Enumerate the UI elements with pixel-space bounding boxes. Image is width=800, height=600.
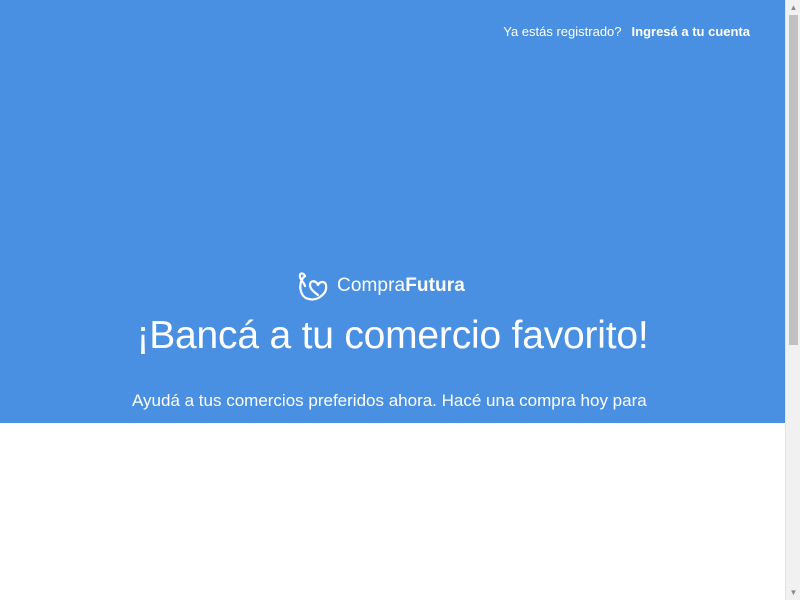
hand-heart-icon (296, 270, 330, 302)
landing-page: Ya estás registrado? Ingresá a tu cuenta… (0, 0, 785, 600)
account-navigation: Ya estás registrado? Ingresá a tu cuenta (503, 23, 750, 41)
browser-viewport: Ya estás registrado? Ingresá a tu cuenta… (0, 0, 800, 600)
vertical-scrollbar[interactable]: ▲ ▼ (785, 0, 800, 600)
brand-name-compra: Compra (337, 275, 406, 296)
scroll-thumb[interactable] (789, 15, 798, 345)
brand-logo: CompraFutura (296, 270, 465, 302)
login-link[interactable]: Ingresá a tu cuenta (632, 23, 750, 41)
scroll-down-icon[interactable]: ▼ (786, 585, 800, 600)
brand-name-futura: Futura (405, 275, 465, 296)
registered-question: Ya estás registrado? (503, 24, 622, 39)
brand-name: CompraFutura (337, 274, 465, 298)
hero-section: Ya estás registrado? Ingresá a tu cuenta… (0, 0, 785, 423)
hero-title: ¡Bancá a tu comercio favorito! (136, 314, 649, 357)
hero-description: Ayudá a tus comercios preferidos ahora. … (132, 391, 647, 410)
scroll-up-icon[interactable]: ▲ (786, 0, 800, 15)
